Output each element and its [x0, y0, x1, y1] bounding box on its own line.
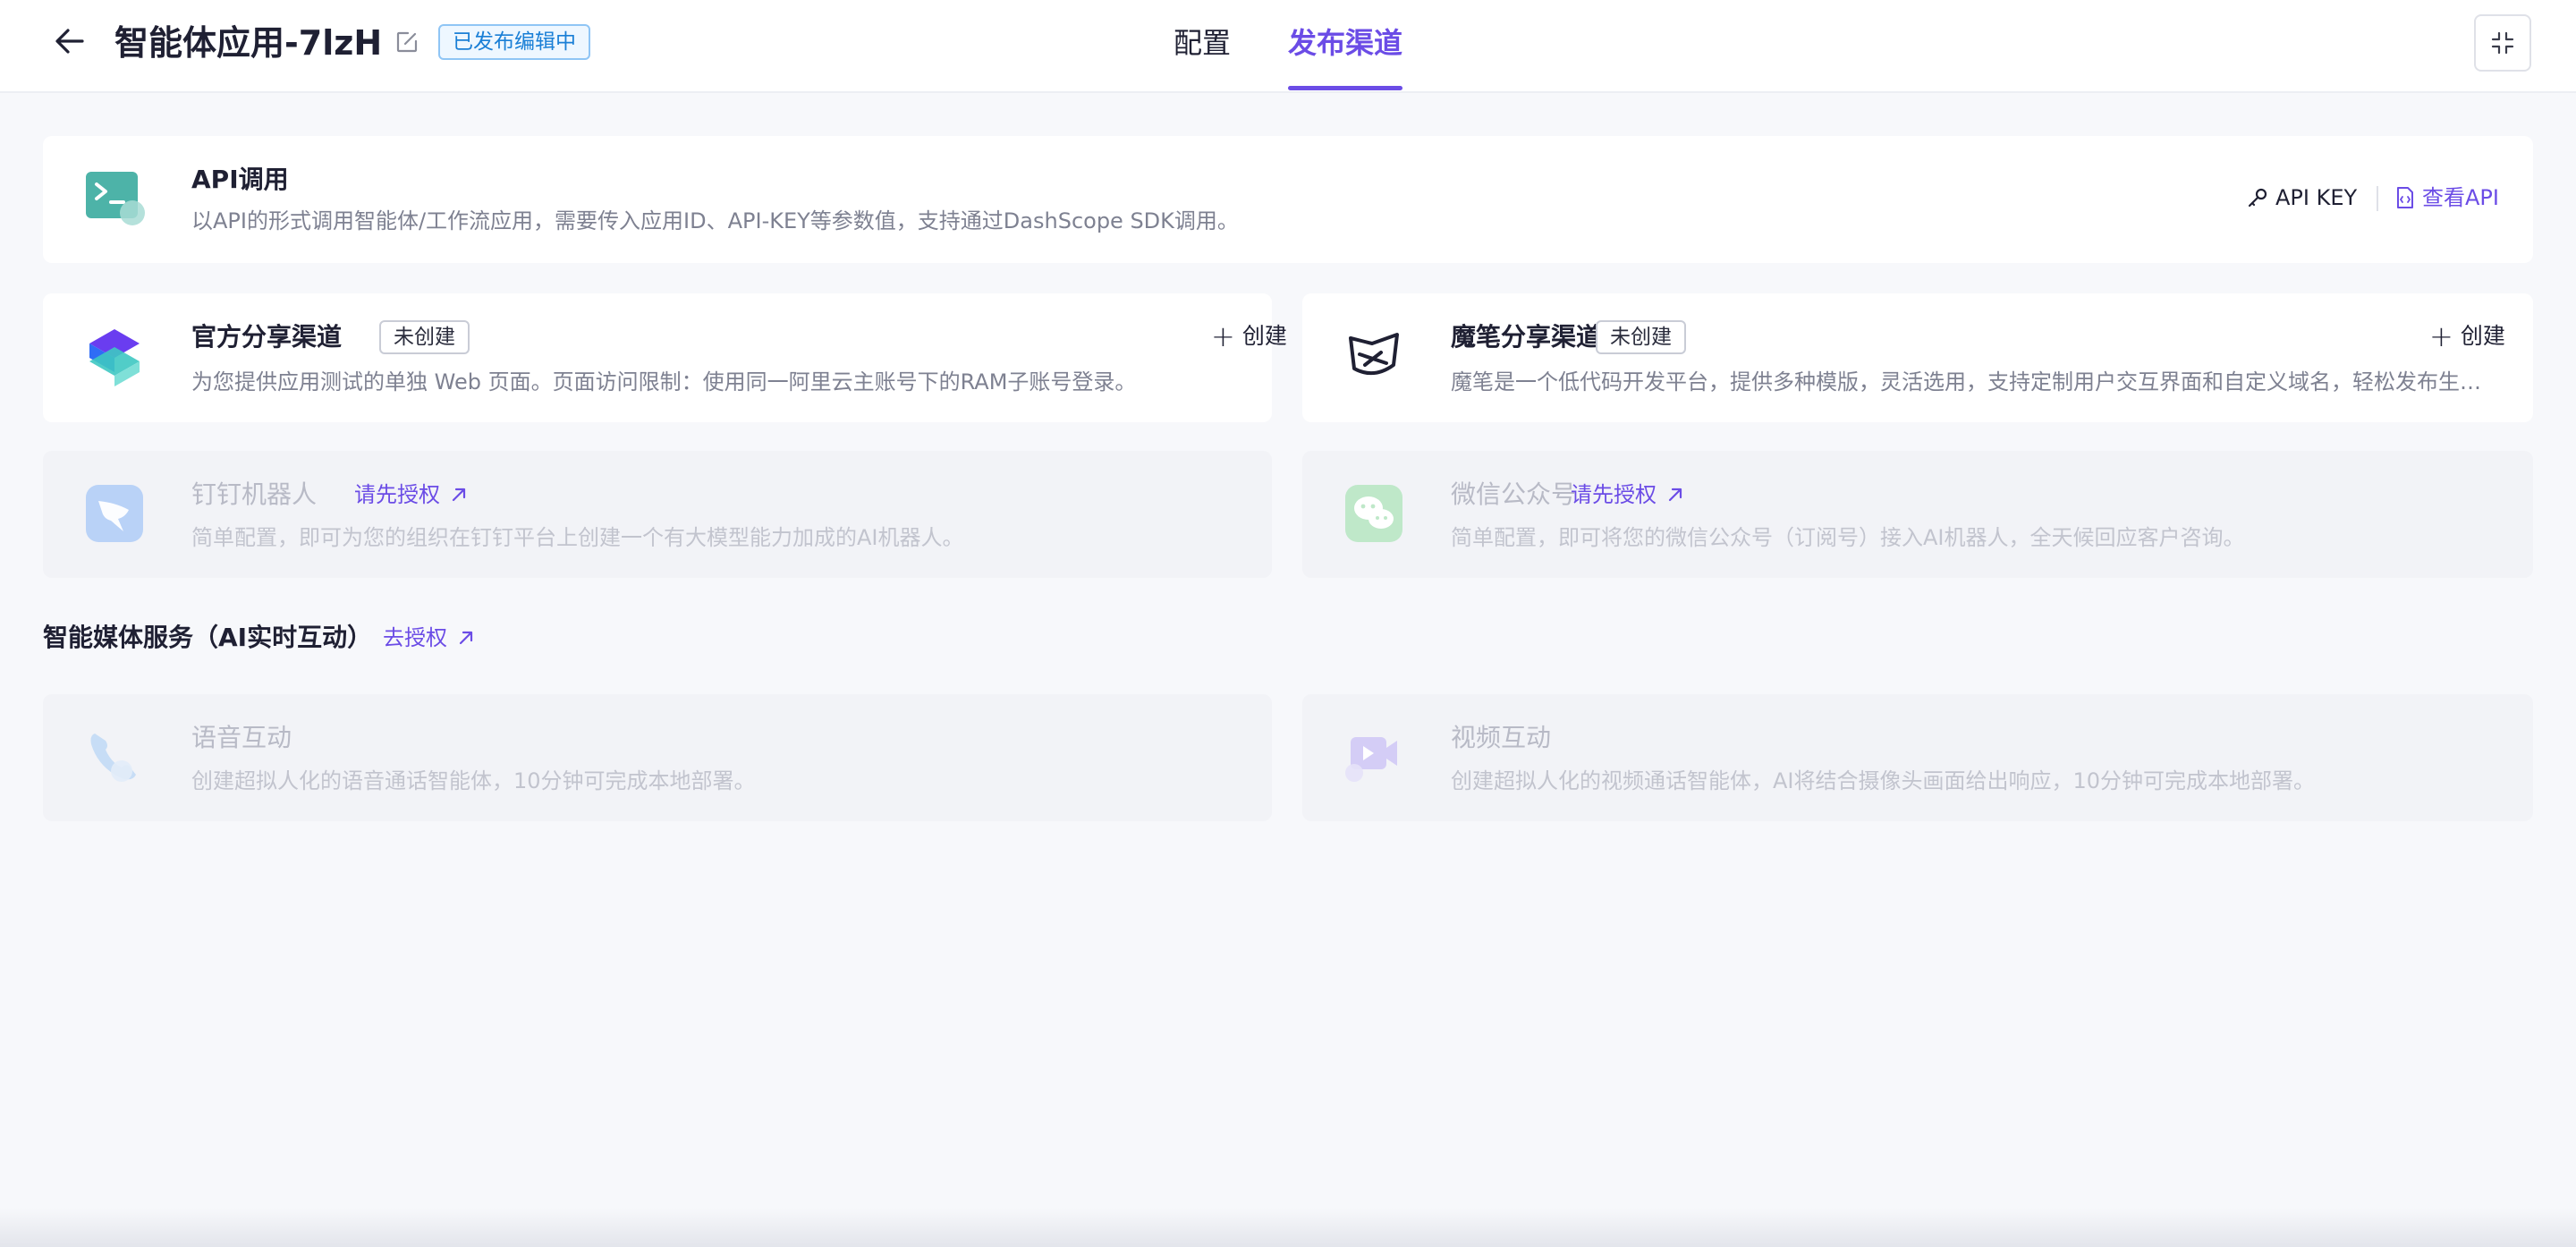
tab-publish-channel[interactable]: 发布渠道 — [1288, 21, 1402, 64]
wechat-official-card: 微信公众号 请先授权 简单配置，即可将您的微信公众号（订阅号）接入AI机器人，全… — [1302, 451, 2533, 578]
edit-title-button[interactable] — [394, 29, 420, 55]
wechat-authorize-link[interactable]: 请先授权 — [1571, 479, 1685, 510]
official-card-desc: 为您提供应用测试的单独 Web 页面。页面访问限制：使用同一阿里云主账号下的RA… — [191, 369, 1137, 394]
wechat-card-desc: 简单配置，即可将您的微信公众号（订阅号）接入AI机器人，全天候回应客户咨询。 — [1451, 525, 2245, 550]
api-call-card: API调用 以API的形式调用智能体/工作流应用，需要传入应用ID、API-KE… — [43, 136, 2533, 263]
active-tab-indicator — [1288, 86, 1402, 90]
link-divider — [2377, 186, 2378, 211]
view-api-label: 查看API — [2422, 185, 2499, 210]
tab-config[interactable]: 配置 — [1174, 21, 1231, 64]
create-official-share-button[interactable]: + 创建 — [1211, 320, 1287, 352]
phone-icon — [86, 728, 143, 785]
edit-icon — [396, 31, 418, 53]
arrow-left-icon — [55, 29, 84, 54]
api-key-label: API KEY — [2275, 185, 2358, 210]
app-header: 智能体应用-7lzH 已发布编辑中 配置 发布渠道 — [0, 0, 2576, 93]
dingtalk-card-title: 钉钉机器人 — [191, 479, 318, 509]
plus-icon: + — [1211, 319, 1235, 353]
dingtalk-icon — [86, 485, 143, 542]
authorize-label: 去授权 — [383, 625, 447, 650]
api-key-button[interactable]: API KEY — [2247, 182, 2357, 213]
dingtalk-authorize-link[interactable]: 请先授权 — [354, 479, 469, 510]
app-title: 智能体应用-7lzH — [114, 23, 383, 63]
mobi-share-card: 魔笔分享渠道 未创建 + 创建 魔笔是一个低代码开发平台，提供多种模版，灵活选用… — [1302, 293, 2533, 422]
view-api-link[interactable]: 查看API — [2395, 182, 2499, 213]
video-icon — [1342, 728, 1399, 785]
voice-card-title: 语音互动 — [191, 723, 292, 752]
mobi-card-title: 魔笔分享渠道 — [1451, 322, 1602, 352]
voice-card-desc: 创建超拟人化的语音通话智能体，10分钟可完成本地部署。 — [191, 768, 756, 793]
plus-icon: + — [2429, 319, 2453, 353]
arrow-up-right-icon — [1668, 488, 1682, 502]
media-section-title: 智能媒体服务（AI实时互动） — [43, 623, 373, 652]
mobi-card-desc: 魔笔是一个低代码开发平台，提供多种模版，灵活选用，支持定制用户交互界面和自定义域… — [1451, 369, 2497, 394]
wechat-card-title: 微信公众号 — [1451, 479, 1577, 509]
arrow-up-right-icon — [452, 488, 466, 502]
authorize-label: 请先授权 — [1571, 482, 1657, 507]
exit-fullscreen-button[interactable] — [2474, 14, 2531, 72]
api-card-desc: 以API的形式调用智能体/工作流应用，需要传入应用ID、API-KEY等参数值，… — [191, 208, 1239, 233]
back-button[interactable] — [50, 21, 89, 61]
document-code-icon — [2397, 187, 2413, 208]
dingtalk-bot-card: 钉钉机器人 请先授权 简单配置，即可为您的组织在钉钉平台上创建一个有大模型能力加… — [43, 451, 1272, 578]
wechat-icon — [1345, 485, 1402, 542]
mobi-logo-icon — [1345, 327, 1402, 385]
api-card-title: API调用 — [191, 165, 289, 194]
create-label: 创建 — [2460, 323, 2505, 349]
bottom-fade — [0, 1208, 2576, 1247]
collapse-icon — [2491, 31, 2514, 55]
bailian-logo-icon — [86, 326, 143, 386]
official-card-title: 官方分享渠道 — [191, 322, 343, 352]
video-card-desc: 创建超拟人化的视频通话智能体，AI将结合摄像头画面给出响应，10分钟可完成本地部… — [1451, 768, 2316, 793]
create-label: 创建 — [1241, 323, 1287, 349]
media-authorize-link[interactable]: 去授权 — [383, 623, 476, 653]
authorize-label: 请先授权 — [354, 482, 440, 507]
status-tag-uncreated: 未创建 — [1596, 320, 1686, 354]
status-badge: 已发布编辑中 — [438, 24, 590, 60]
video-card-title: 视频互动 — [1451, 723, 1552, 752]
official-share-card: 官方分享渠道 未创建 + 创建 为您提供应用测试的单独 Web 页面。页面访问限… — [43, 293, 1287, 422]
status-tag-uncreated: 未创建 — [379, 320, 470, 354]
dingtalk-card-desc: 简单配置，即可为您的组织在钉钉平台上创建一个有大模型能力加成的AI机器人。 — [191, 525, 964, 550]
arrow-up-right-icon — [459, 631, 473, 645]
video-interaction-card: 视频互动 创建超拟人化的视频通话智能体，AI将结合摄像头画面给出响应，10分钟可… — [1302, 694, 2533, 821]
terminal-icon — [86, 170, 145, 227]
key-icon — [2248, 188, 2267, 208]
create-mobi-share-button[interactable]: + 创建 — [2429, 320, 2505, 352]
voice-interaction-card: 语音互动 创建超拟人化的语音通话智能体，10分钟可完成本地部署。 — [43, 694, 1272, 821]
